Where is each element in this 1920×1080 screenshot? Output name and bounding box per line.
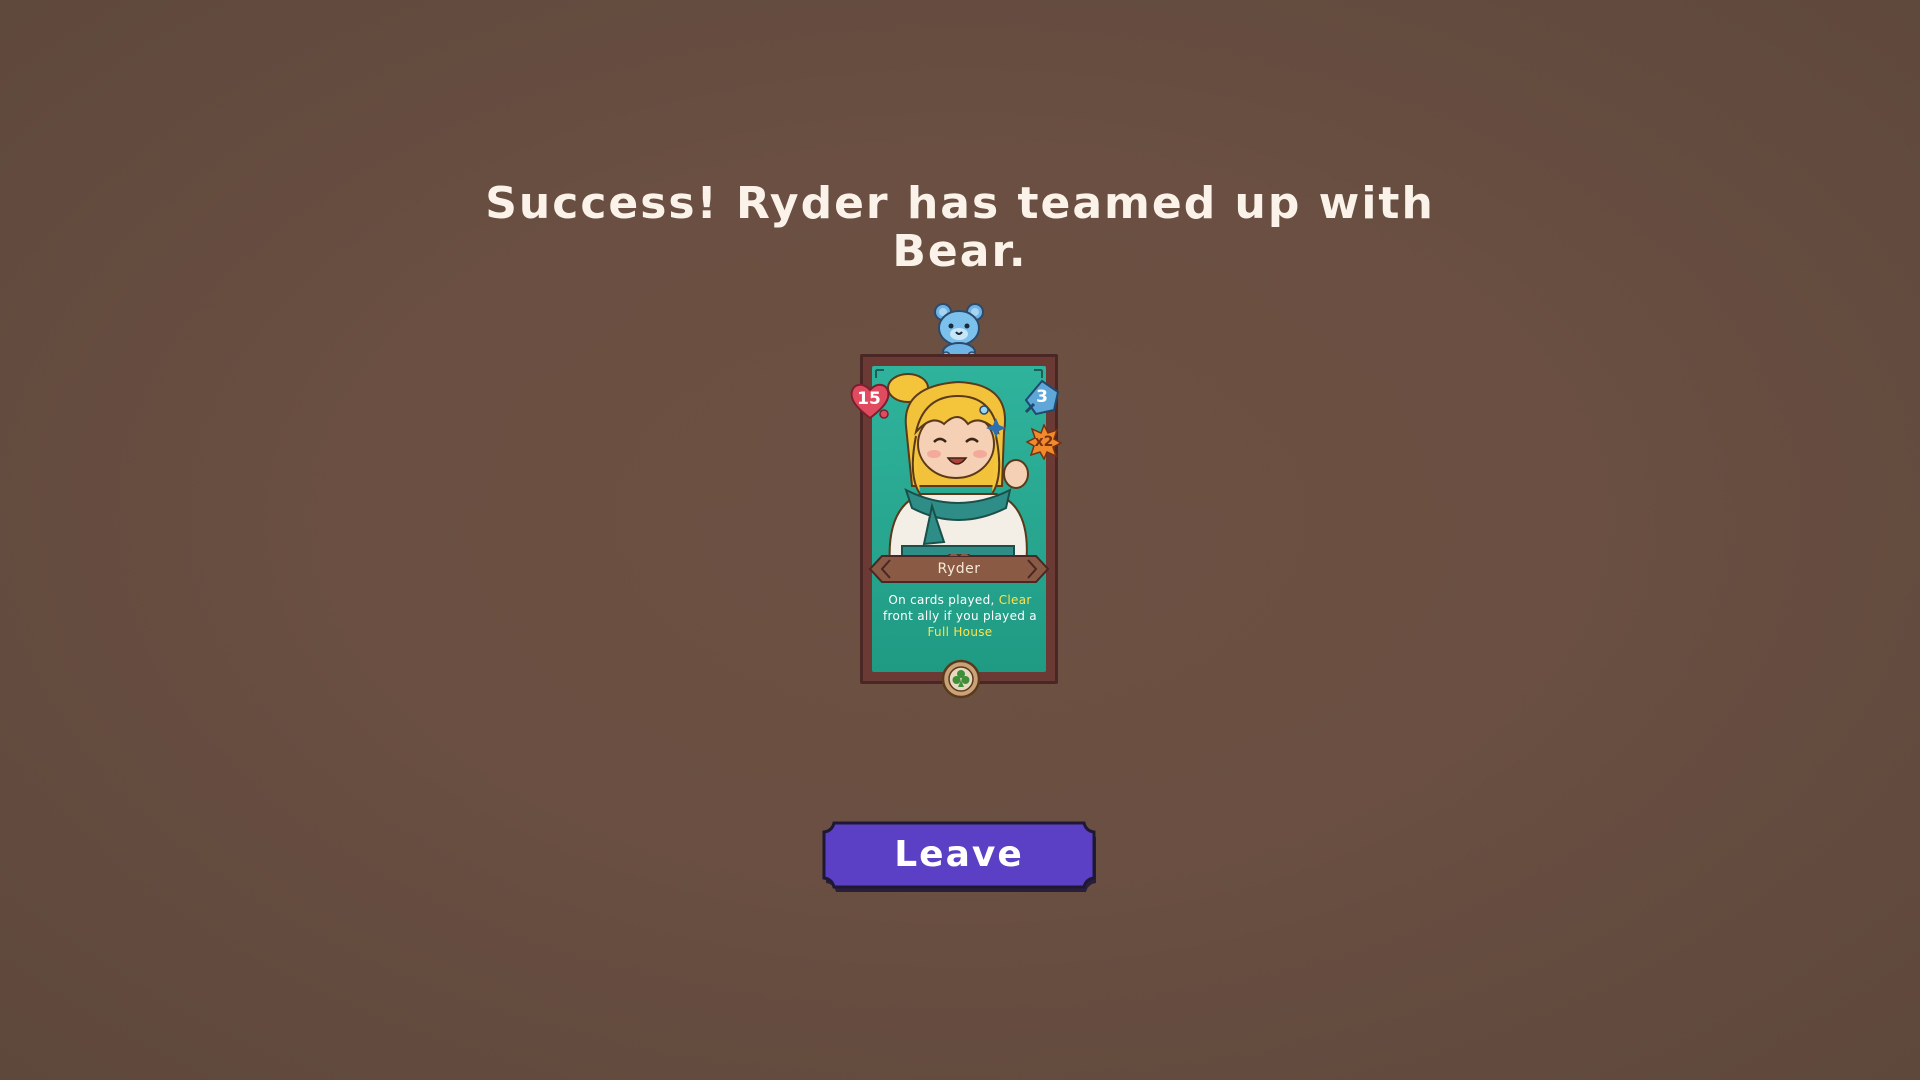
multiplier-value: x2 <box>1034 434 1054 450</box>
desc-text-2: front ally if you played a <box>883 609 1037 623</box>
card-description: On cards played, Clear front ally if you… <box>880 592 1040 640</box>
desc-text-1: On cards played, <box>888 593 999 607</box>
card-name: Ryder <box>937 561 981 577</box>
leave-button-label: Leave <box>894 834 1024 875</box>
club-icon <box>941 659 981 699</box>
keyword-clear: Clear <box>998 593 1032 607</box>
health-value: 15 <box>857 389 881 409</box>
bear-charm-icon <box>934 303 984 362</box>
attack-value: 3 <box>1036 387 1048 407</box>
health-stat: 15 <box>848 380 892 422</box>
multiplier-stat: x2 <box>1026 424 1062 460</box>
keyword-full-house: Full House <box>927 625 993 639</box>
companion-card[interactable]: 15 3 x2 Ryder On cards played, Clear fro… <box>848 296 1072 706</box>
ryder-portrait <box>875 369 1043 566</box>
attack-stat: 3 <box>1022 378 1062 418</box>
result-message: Success! Ryder has teamed up with Bear. <box>485 178 1435 277</box>
leave-button[interactable]: Leave <box>820 820 1098 894</box>
card-name-label: Ryder <box>868 554 1050 584</box>
